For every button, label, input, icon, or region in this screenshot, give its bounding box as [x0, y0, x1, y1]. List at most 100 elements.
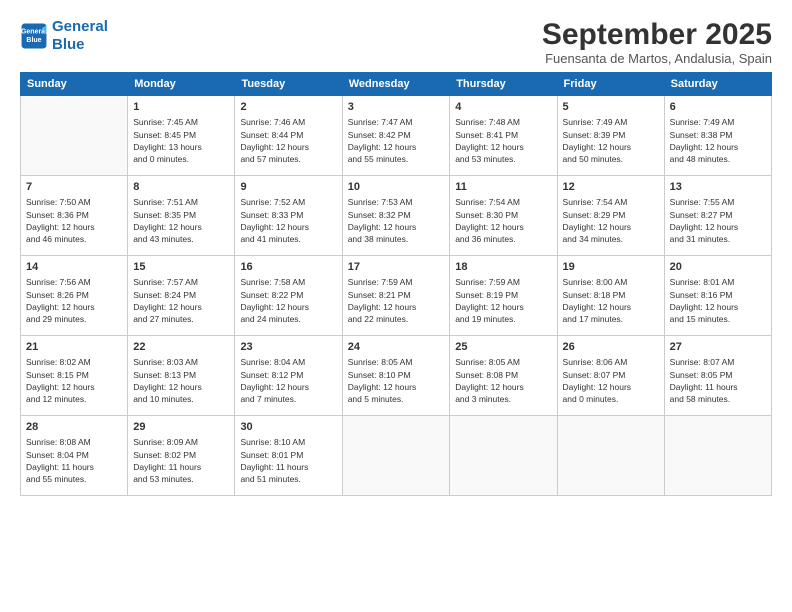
day-number: 14 [26, 260, 122, 275]
day-info: Sunrise: 7:52 AM Sunset: 8:33 PM Dayligh… [240, 196, 336, 245]
svg-text:General: General [21, 29, 47, 36]
day-number: 30 [240, 420, 336, 435]
day-info: Sunrise: 8:04 AM Sunset: 8:12 PM Dayligh… [240, 356, 336, 405]
logo: General Blue General Blue [20, 18, 108, 54]
calendar-cell: 24Sunrise: 8:05 AM Sunset: 8:10 PM Dayli… [342, 336, 450, 416]
day-info: Sunrise: 7:45 AM Sunset: 8:45 PM Dayligh… [133, 116, 229, 165]
day-number: 9 [240, 180, 336, 195]
day-number: 20 [670, 260, 766, 275]
calendar-cell: 13Sunrise: 7:55 AM Sunset: 8:27 PM Dayli… [664, 176, 771, 256]
calendar-cell: 29Sunrise: 8:09 AM Sunset: 8:02 PM Dayli… [128, 416, 235, 496]
calendar-cell: 26Sunrise: 8:06 AM Sunset: 8:07 PM Dayli… [557, 336, 664, 416]
day-info: Sunrise: 7:48 AM Sunset: 8:41 PM Dayligh… [455, 116, 551, 165]
calendar-cell [450, 416, 557, 496]
calendar-cell: 11Sunrise: 7:54 AM Sunset: 8:30 PM Dayli… [450, 176, 557, 256]
calendar-cell [664, 416, 771, 496]
day-number: 5 [563, 100, 659, 115]
calendar-cell: 18Sunrise: 7:59 AM Sunset: 8:19 PM Dayli… [450, 256, 557, 336]
day-info: Sunrise: 8:09 AM Sunset: 8:02 PM Dayligh… [133, 436, 229, 485]
day-info: Sunrise: 7:49 AM Sunset: 8:38 PM Dayligh… [670, 116, 766, 165]
calendar-cell: 1Sunrise: 7:45 AM Sunset: 8:45 PM Daylig… [128, 96, 235, 176]
calendar-header-row: SundayMondayTuesdayWednesdayThursdayFrid… [21, 73, 772, 96]
calendar-day-header: Friday [557, 73, 664, 96]
day-info: Sunrise: 8:07 AM Sunset: 8:05 PM Dayligh… [670, 356, 766, 405]
calendar-cell [21, 96, 128, 176]
calendar-day-header: Wednesday [342, 73, 450, 96]
logo-line1: General [52, 18, 108, 35]
calendar-cell: 4Sunrise: 7:48 AM Sunset: 8:41 PM Daylig… [450, 96, 557, 176]
day-info: Sunrise: 7:46 AM Sunset: 8:44 PM Dayligh… [240, 116, 336, 165]
day-info: Sunrise: 8:06 AM Sunset: 8:07 PM Dayligh… [563, 356, 659, 405]
calendar-cell: 10Sunrise: 7:53 AM Sunset: 8:32 PM Dayli… [342, 176, 450, 256]
day-number: 27 [670, 340, 766, 355]
day-info: Sunrise: 7:54 AM Sunset: 8:30 PM Dayligh… [455, 196, 551, 245]
calendar-cell: 23Sunrise: 8:04 AM Sunset: 8:12 PM Dayli… [235, 336, 342, 416]
day-info: Sunrise: 8:05 AM Sunset: 8:08 PM Dayligh… [455, 356, 551, 405]
day-number: 12 [563, 180, 659, 195]
calendar-cell: 22Sunrise: 8:03 AM Sunset: 8:13 PM Dayli… [128, 336, 235, 416]
day-number: 13 [670, 180, 766, 195]
day-info: Sunrise: 8:02 AM Sunset: 8:15 PM Dayligh… [26, 356, 122, 405]
calendar-cell: 2Sunrise: 7:46 AM Sunset: 8:44 PM Daylig… [235, 96, 342, 176]
calendar-day-header: Sunday [21, 73, 128, 96]
subtitle: Fuensanta de Martos, Andalusia, Spain [542, 51, 772, 66]
day-number: 24 [348, 340, 445, 355]
day-info: Sunrise: 7:47 AM Sunset: 8:42 PM Dayligh… [348, 116, 445, 165]
day-info: Sunrise: 7:59 AM Sunset: 8:21 PM Dayligh… [348, 276, 445, 325]
calendar-day-header: Thursday [450, 73, 557, 96]
calendar-week-row: 28Sunrise: 8:08 AM Sunset: 8:04 PM Dayli… [21, 416, 772, 496]
calendar-cell: 19Sunrise: 8:00 AM Sunset: 8:18 PM Dayli… [557, 256, 664, 336]
day-number: 17 [348, 260, 445, 275]
logo-line2: Blue [52, 36, 85, 53]
calendar-cell: 6Sunrise: 7:49 AM Sunset: 8:38 PM Daylig… [664, 96, 771, 176]
calendar-cell: 20Sunrise: 8:01 AM Sunset: 8:16 PM Dayli… [664, 256, 771, 336]
day-info: Sunrise: 8:05 AM Sunset: 8:10 PM Dayligh… [348, 356, 445, 405]
calendar-cell: 15Sunrise: 7:57 AM Sunset: 8:24 PM Dayli… [128, 256, 235, 336]
day-number: 15 [133, 260, 229, 275]
calendar-cell: 5Sunrise: 7:49 AM Sunset: 8:39 PM Daylig… [557, 96, 664, 176]
month-title: September 2025 [542, 18, 772, 51]
day-number: 2 [240, 100, 336, 115]
calendar-day-header: Monday [128, 73, 235, 96]
calendar-cell: 3Sunrise: 7:47 AM Sunset: 8:42 PM Daylig… [342, 96, 450, 176]
day-info: Sunrise: 8:00 AM Sunset: 8:18 PM Dayligh… [563, 276, 659, 325]
calendar-cell: 25Sunrise: 8:05 AM Sunset: 8:08 PM Dayli… [450, 336, 557, 416]
day-number: 29 [133, 420, 229, 435]
calendar-cell: 7Sunrise: 7:50 AM Sunset: 8:36 PM Daylig… [21, 176, 128, 256]
calendar-week-row: 21Sunrise: 8:02 AM Sunset: 8:15 PM Dayli… [21, 336, 772, 416]
calendar-cell: 30Sunrise: 8:10 AM Sunset: 8:01 PM Dayli… [235, 416, 342, 496]
calendar-cell: 9Sunrise: 7:52 AM Sunset: 8:33 PM Daylig… [235, 176, 342, 256]
day-number: 3 [348, 100, 445, 115]
calendar-week-row: 1Sunrise: 7:45 AM Sunset: 8:45 PM Daylig… [21, 96, 772, 176]
day-number: 22 [133, 340, 229, 355]
day-number: 21 [26, 340, 122, 355]
day-info: Sunrise: 7:55 AM Sunset: 8:27 PM Dayligh… [670, 196, 766, 245]
day-number: 19 [563, 260, 659, 275]
calendar-cell: 28Sunrise: 8:08 AM Sunset: 8:04 PM Dayli… [21, 416, 128, 496]
day-info: Sunrise: 8:10 AM Sunset: 8:01 PM Dayligh… [240, 436, 336, 485]
calendar-cell: 27Sunrise: 8:07 AM Sunset: 8:05 PM Dayli… [664, 336, 771, 416]
day-info: Sunrise: 8:03 AM Sunset: 8:13 PM Dayligh… [133, 356, 229, 405]
day-number: 4 [455, 100, 551, 115]
calendar-cell: 21Sunrise: 8:02 AM Sunset: 8:15 PM Dayli… [21, 336, 128, 416]
day-info: Sunrise: 7:51 AM Sunset: 8:35 PM Dayligh… [133, 196, 229, 245]
header: General Blue General Blue September 2025… [20, 18, 772, 66]
day-info: Sunrise: 7:50 AM Sunset: 8:36 PM Dayligh… [26, 196, 122, 245]
svg-text:Blue: Blue [26, 37, 41, 44]
day-info: Sunrise: 7:59 AM Sunset: 8:19 PM Dayligh… [455, 276, 551, 325]
day-info: Sunrise: 8:01 AM Sunset: 8:16 PM Dayligh… [670, 276, 766, 325]
day-number: 18 [455, 260, 551, 275]
calendar-cell: 8Sunrise: 7:51 AM Sunset: 8:35 PM Daylig… [128, 176, 235, 256]
calendar-cell: 14Sunrise: 7:56 AM Sunset: 8:26 PM Dayli… [21, 256, 128, 336]
calendar-day-header: Saturday [664, 73, 771, 96]
calendar-cell: 17Sunrise: 7:59 AM Sunset: 8:21 PM Dayli… [342, 256, 450, 336]
calendar-week-row: 14Sunrise: 7:56 AM Sunset: 8:26 PM Dayli… [21, 256, 772, 336]
day-number: 11 [455, 180, 551, 195]
day-number: 6 [670, 100, 766, 115]
day-number: 16 [240, 260, 336, 275]
day-number: 25 [455, 340, 551, 355]
calendar-cell [557, 416, 664, 496]
day-number: 8 [133, 180, 229, 195]
day-info: Sunrise: 8:08 AM Sunset: 8:04 PM Dayligh… [26, 436, 122, 485]
logo-icon: General Blue [20, 22, 48, 50]
